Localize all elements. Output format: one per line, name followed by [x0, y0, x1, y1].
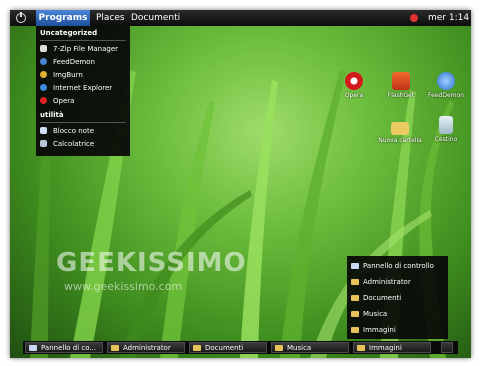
- folder-icon: [351, 311, 359, 317]
- top-panel: Programs Places Documenti mer 1:14: [10, 10, 471, 26]
- taskbar-item-immagini[interactable]: Immagini: [353, 342, 431, 353]
- imgburn-icon: [40, 71, 47, 78]
- menu-item-imgburn[interactable]: ImgBurn: [40, 69, 83, 81]
- feeddemon-icon: [437, 72, 455, 90]
- places-item-pannello[interactable]: Pannello di controllo: [351, 260, 434, 272]
- taskbar-item-label: Documenti: [205, 344, 244, 352]
- documenti-menu-button[interactable]: Documenti: [131, 10, 180, 26]
- folder-icon: [391, 122, 409, 135]
- taskbar-item-documenti[interactable]: Documenti: [189, 342, 267, 353]
- desktop-icon-cestino[interactable]: Cestino: [424, 116, 468, 143]
- power-icon[interactable]: [16, 12, 26, 23]
- menu-item-feeddemon[interactable]: FeedDemon: [40, 56, 95, 68]
- watermark-url: www.geekissimo.com: [64, 280, 183, 293]
- places-item-label: Musica: [363, 310, 388, 318]
- folder-icon: [351, 295, 359, 301]
- menu-item-label: FeedDemon: [53, 58, 95, 66]
- desktop-icon-feeddemon[interactable]: FeedDemon: [424, 72, 468, 99]
- places-item-label: Documenti: [363, 294, 402, 302]
- menu-separator: [40, 122, 126, 123]
- taskbar: Pannello di co... Administrator Document…: [23, 341, 458, 354]
- folder-icon: [193, 345, 201, 351]
- control-panel-icon: [29, 345, 37, 351]
- taskbar-item-label: Pannello di co...: [41, 344, 97, 352]
- places-item-immagini[interactable]: Immagini: [351, 324, 396, 336]
- desktop-icon-flashget[interactable]: FlashGet: [379, 72, 423, 99]
- menu-item-internet-explorer[interactable]: Internet Explorer: [40, 82, 112, 94]
- watermark-logo: GEEKISSIMO: [56, 248, 247, 278]
- programs-menu-button[interactable]: Programs: [36, 10, 90, 26]
- places-menu-button[interactable]: Places: [96, 10, 125, 26]
- flashget-icon: [392, 72, 410, 90]
- desktop-icon-opera[interactable]: Opera: [332, 72, 376, 99]
- desktop-screenshot: Programs Places Documenti mer 1:14 Uncat…: [10, 10, 471, 358]
- taskbar-item-musica[interactable]: Musica: [271, 342, 349, 353]
- control-panel-icon: [351, 263, 359, 269]
- desktop-icon-nuova-cartella[interactable]: Nuova cartella: [378, 118, 422, 144]
- desktop-icon-label: Cestino: [434, 136, 458, 143]
- programs-menu: Uncategorized 7-Zip File Manager FeedDem…: [36, 26, 130, 156]
- calculator-icon: [40, 140, 47, 147]
- 7zip-icon: [40, 45, 47, 52]
- menu-item-7zip[interactable]: 7-Zip File Manager: [40, 43, 118, 55]
- taskbar-item-label: Musica: [287, 344, 312, 352]
- folder-icon: [351, 327, 359, 333]
- internet-explorer-icon: [40, 84, 47, 91]
- places-item-musica[interactable]: Musica: [351, 308, 387, 320]
- show-desktop-button[interactable]: [441, 342, 453, 353]
- desktop-icon-label: FeedDemon: [428, 92, 464, 99]
- places-menu: Pannello di controllo Administrator Docu…: [347, 256, 448, 339]
- clock[interactable]: mer 1:14: [428, 10, 469, 26]
- places-item-administrator[interactable]: Administrator: [351, 276, 411, 288]
- folder-icon: [275, 345, 283, 351]
- desktop-icon-label: FlashGet: [387, 92, 415, 99]
- folder-icon: [351, 279, 359, 285]
- feeddemon-icon: [40, 58, 47, 65]
- taskbar-item-label: Immagini: [369, 344, 402, 352]
- places-item-documenti[interactable]: Documenti: [351, 292, 401, 304]
- menu-item-label: Calcolatrice: [53, 140, 95, 148]
- taskbar-item-pannello[interactable]: Pannello di co...: [25, 342, 103, 353]
- menu-item-calcolatrice[interactable]: Calcolatrice: [40, 138, 94, 150]
- desktop-icon-label: Opera: [344, 92, 364, 99]
- taskbar-item-administrator[interactable]: Administrator: [107, 342, 185, 353]
- folder-icon: [111, 345, 119, 351]
- taskbar-item-label: Administrator: [123, 344, 171, 352]
- places-item-label: Pannello di controllo: [363, 262, 434, 270]
- menu-item-label: 7-Zip File Manager: [53, 45, 119, 53]
- menu-item-label: ImgBurn: [53, 71, 83, 79]
- opera-icon: [40, 97, 47, 104]
- section-utilita: utilità: [40, 111, 64, 119]
- recycle-bin-icon: [439, 116, 453, 134]
- menu-separator: [40, 40, 126, 41]
- notepad-icon: [40, 127, 47, 134]
- section-uncategorized: Uncategorized: [40, 29, 98, 37]
- folder-icon: [357, 345, 365, 351]
- tray-icon[interactable]: [410, 14, 418, 22]
- menu-item-label: Internet Explorer: [53, 84, 113, 92]
- menu-item-opera[interactable]: Opera: [40, 95, 74, 107]
- menu-item-label: Opera: [53, 97, 75, 105]
- menu-item-blocco-note[interactable]: Blocco note: [40, 125, 94, 137]
- places-item-label: Administrator: [363, 278, 411, 286]
- menu-item-label: Blocco note: [53, 127, 95, 135]
- desktop-icon-label: Nuova cartella: [378, 137, 422, 144]
- places-item-label: Immagini: [363, 326, 396, 334]
- opera-icon: [345, 72, 363, 90]
